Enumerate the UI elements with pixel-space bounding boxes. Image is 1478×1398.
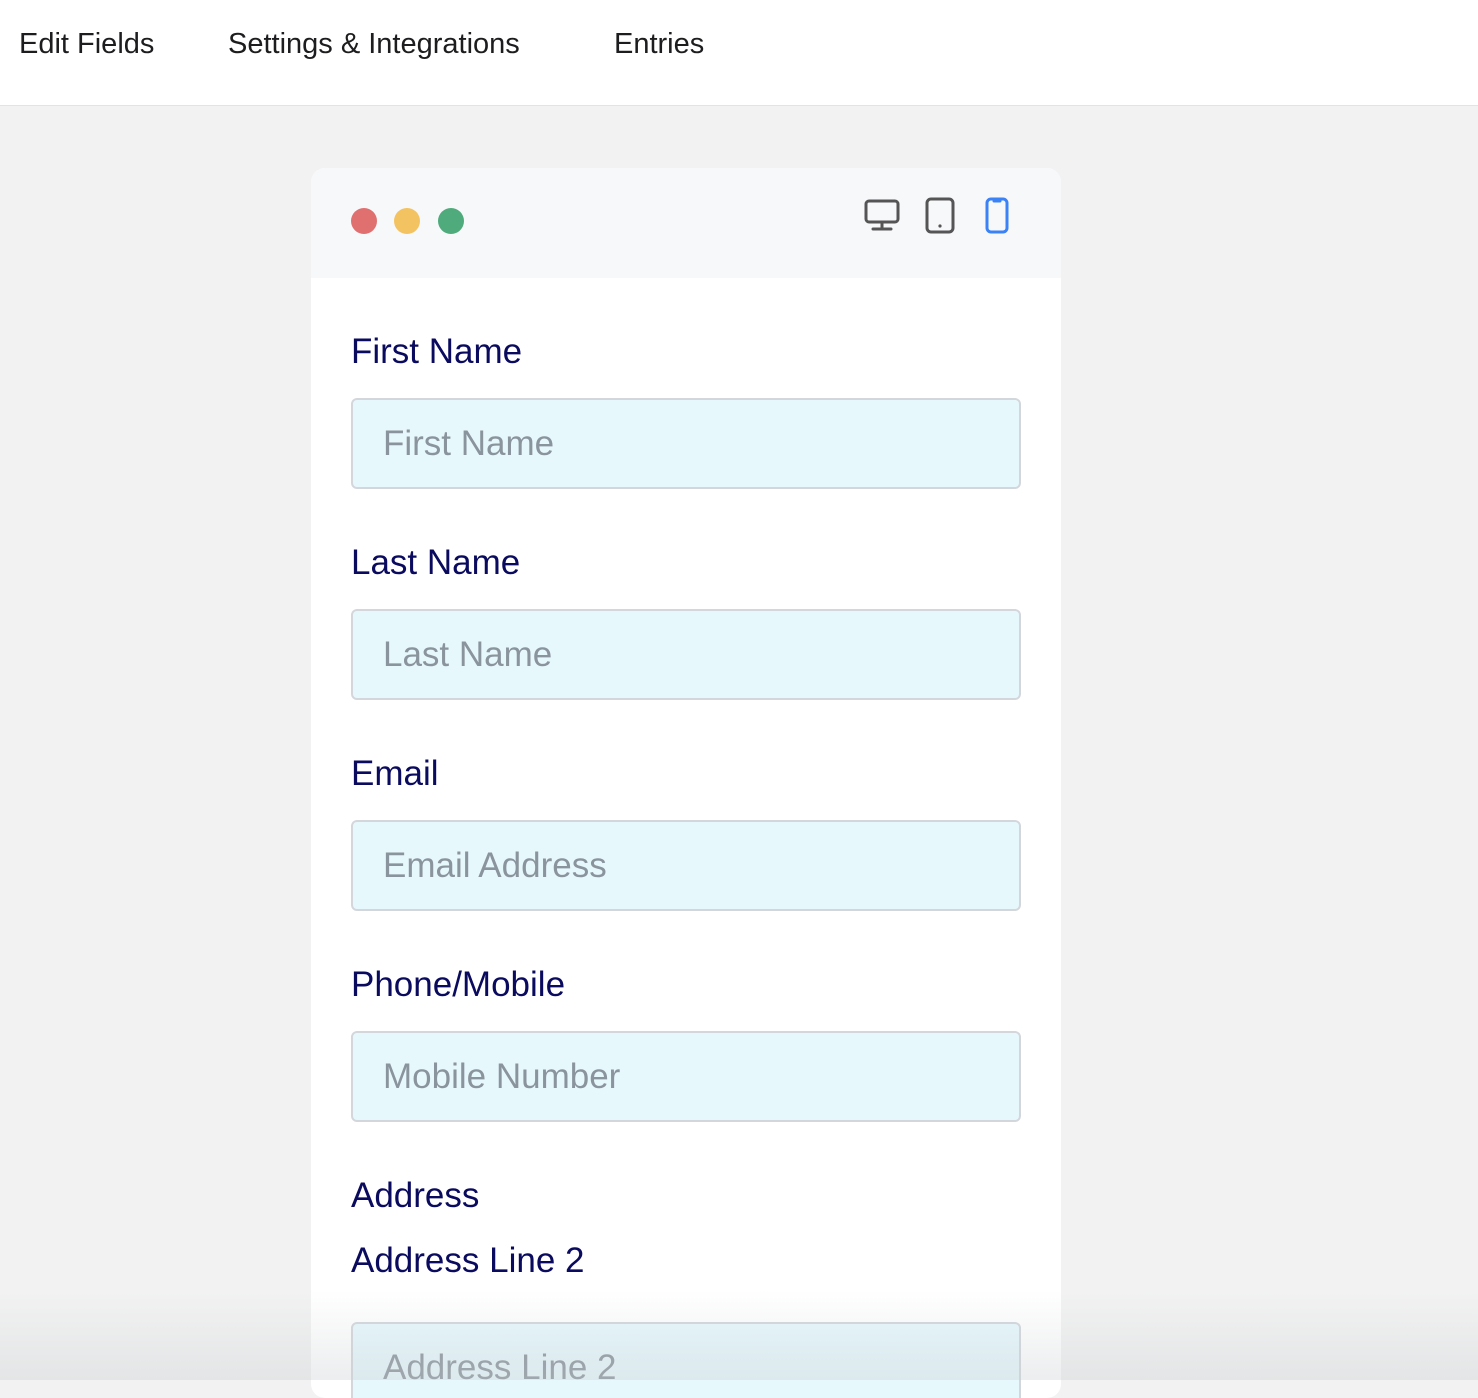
preview-header — [311, 168, 1061, 278]
window-maximize-dot — [438, 208, 464, 234]
tab-settings-integrations[interactable]: Settings & Integrations — [228, 24, 520, 64]
address-line2-input[interactable] — [351, 1322, 1021, 1398]
mobile-icon — [985, 197, 1009, 234]
top-navigation: Edit Fields Settings & Integrations Entr… — [0, 0, 1478, 106]
window-minimize-dot — [394, 208, 420, 234]
first-name-label: First Name — [351, 332, 523, 371]
phone-label: Phone/Mobile — [351, 965, 566, 1004]
form-preview-window: First Name Last Name Email Phone/Mobile … — [311, 168, 1061, 1398]
email-label: Email — [351, 754, 439, 793]
window-close-dot — [351, 208, 377, 234]
tab-edit-fields[interactable]: Edit Fields — [19, 24, 154, 64]
desktop-preview-button[interactable] — [862, 196, 902, 236]
desktop-icon — [864, 199, 900, 231]
tablet-preview-button[interactable] — [920, 196, 960, 236]
first-name-input[interactable] — [351, 398, 1021, 489]
tablet-icon — [925, 197, 955, 234]
last-name-label: Last Name — [351, 543, 521, 582]
last-name-input[interactable] — [351, 609, 1021, 700]
tab-entries[interactable]: Entries — [614, 24, 704, 64]
mobile-preview-button[interactable] — [977, 196, 1017, 236]
address-section-label: Address — [351, 1176, 480, 1215]
email-input[interactable] — [351, 820, 1021, 911]
phone-input[interactable] — [351, 1031, 1021, 1122]
address-line2-label: Address Line 2 — [351, 1241, 585, 1280]
